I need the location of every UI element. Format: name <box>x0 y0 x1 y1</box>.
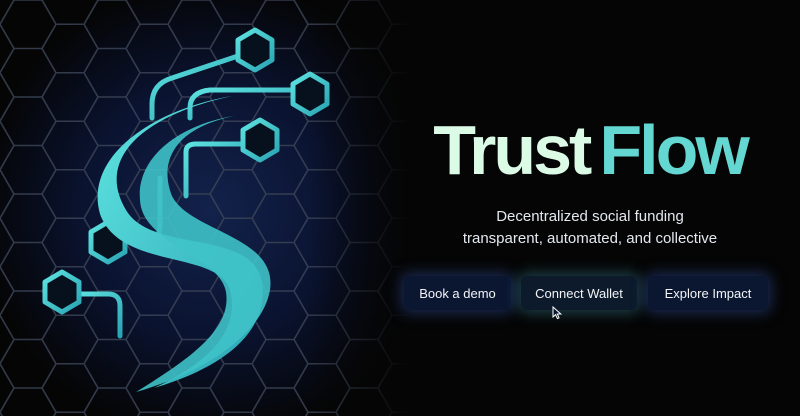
hero-section: Trust Flow Decentralized social funding t… <box>0 0 800 416</box>
mouse-pointer-icon <box>552 305 563 325</box>
book-demo-button[interactable]: Book a demo <box>404 276 511 310</box>
brand-word-flow: Flow <box>599 111 749 189</box>
tagline-line-1: Decentralized social funding <box>496 208 684 225</box>
tagline: Decentralized social funding transparent… <box>405 206 775 250</box>
explore-impact-button[interactable]: Explore Impact <box>648 276 768 310</box>
brand-word-trust: Trust <box>433 111 592 189</box>
brand-title: Trust Flow <box>405 110 775 190</box>
connect-wallet-button[interactable]: Connect Wallet <box>521 276 637 310</box>
tagline-line-2: transparent, automated, and collective <box>462 230 718 247</box>
hero-artwork <box>0 0 410 416</box>
